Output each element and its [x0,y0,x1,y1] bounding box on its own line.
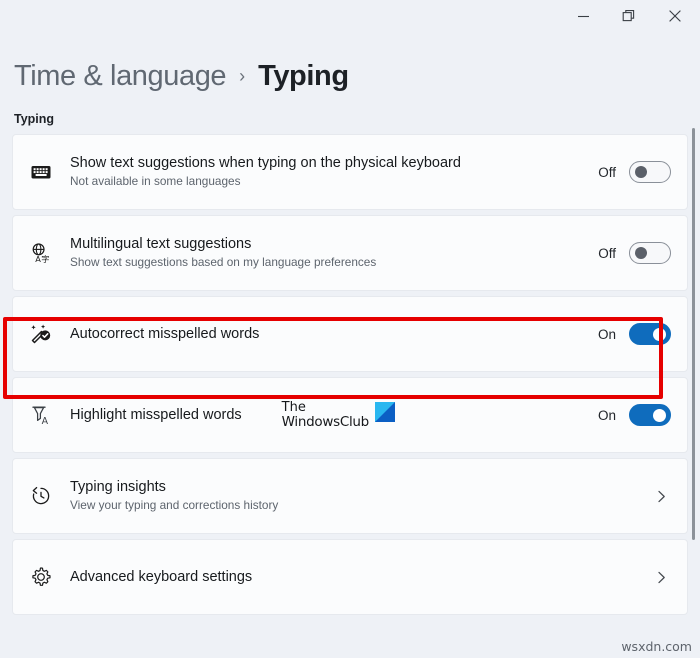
setting-row-text: Typing insights View your typing and cor… [70,479,642,512]
windowsclub-logo-icon [374,401,395,422]
page-title: Typing [258,60,349,92]
keyboard-icon [30,161,70,183]
setting-row-typing-insights[interactable]: Typing insights View your typing and cor… [12,458,688,534]
window-controls [560,0,698,32]
setting-subtitle: Show text suggestions based on my langua… [70,255,377,270]
setting-row-highlight-misspelled-words[interactable]: A Highlight misspelled words The Windows… [12,377,688,453]
setting-title: Multilingual text suggestions [70,236,252,253]
toggle-switch[interactable] [629,242,671,264]
minimize-button[interactable] [560,0,606,32]
toggle-knob [635,247,647,259]
highlighter-a-icon: A [30,404,70,426]
section-label: Typing [14,112,55,126]
setting-row-show-text-suggestions[interactable]: Show text suggestions when typing on the… [12,134,688,210]
chevron-right-icon[interactable] [654,570,671,585]
breadcrumb-parent-link[interactable]: Time & language [14,60,227,93]
restore-button[interactable] [606,0,652,32]
window-title-bar [0,0,700,44]
toggle-state-label: On [597,407,616,423]
setting-control-area [654,570,671,585]
setting-row-autocorrect-misspelled-words[interactable]: Autocorrect misspelled words On [12,296,688,372]
toggle-switch[interactable] [629,161,671,183]
toggle-knob [653,327,666,341]
setting-control-area: On [598,404,671,426]
watermark-line2: WindowsClub [281,413,370,430]
toggle-state-label: Off [598,164,616,180]
restore-icon [622,9,636,23]
setting-row-text: Multilingual text suggestions Show text … [70,236,586,269]
setting-subtitle: Not available in some languages [70,174,241,189]
setting-title: Show text suggestions when typing on the… [70,155,461,172]
setting-title: Autocorrect misspelled words [70,325,260,342]
toggle-knob [653,408,666,422]
setting-row-text: Autocorrect misspelled words [70,326,586,343]
setting-control-area [654,489,671,504]
setting-title: Advanced keyboard settings [70,568,253,585]
watermark-text: The WindowsClub [281,399,370,430]
breadcrumb-separator-icon: › [239,66,246,86]
gear-icon [30,566,70,588]
svg-text:字: 字 [41,254,49,264]
history-clock-icon [30,485,70,507]
setting-title: Typing insights [70,479,166,496]
windowsclub-watermark: The WindowsClub [281,399,395,430]
toggle-switch[interactable] [629,404,671,426]
close-icon [668,9,682,23]
close-button[interactable] [652,0,698,32]
vertical-scrollbar[interactable] [692,128,695,540]
setting-subtitle: View your typing and corrections history [70,498,279,513]
minimize-icon [577,10,590,23]
source-watermark: wsxdn.com [621,639,692,654]
setting-control-area: Off [598,161,671,183]
toggle-state-label: On [597,326,616,342]
setting-row-multilingual-text-suggestions[interactable]: A 字 Multilingual text suggestions Show t… [12,215,688,291]
setting-row-text: Show text suggestions when typing on the… [70,155,586,188]
magic-wand-check-icon [30,323,70,345]
setting-control-area: On [598,323,671,345]
toggle-knob [635,166,647,178]
setting-title: Highlight misspelled words [70,406,242,423]
setting-row-advanced-keyboard-settings[interactable]: Advanced keyboard settings [12,539,688,615]
chevron-right-icon[interactable] [654,489,671,504]
breadcrumb: Time & language › Typing [0,44,700,93]
toggle-switch[interactable] [629,323,671,345]
svg-text:A: A [42,416,49,426]
setting-control-area: Off [598,242,671,264]
watermark-line1: The [281,399,306,415]
setting-row-text: Advanced keyboard settings [70,569,642,586]
setting-row-text: Highlight misspelled words [70,407,242,424]
settings-list: Show text suggestions when typing on the… [12,134,688,615]
translate-globe-icon: A 字 [30,242,70,264]
toggle-state-label: Off [598,245,616,261]
